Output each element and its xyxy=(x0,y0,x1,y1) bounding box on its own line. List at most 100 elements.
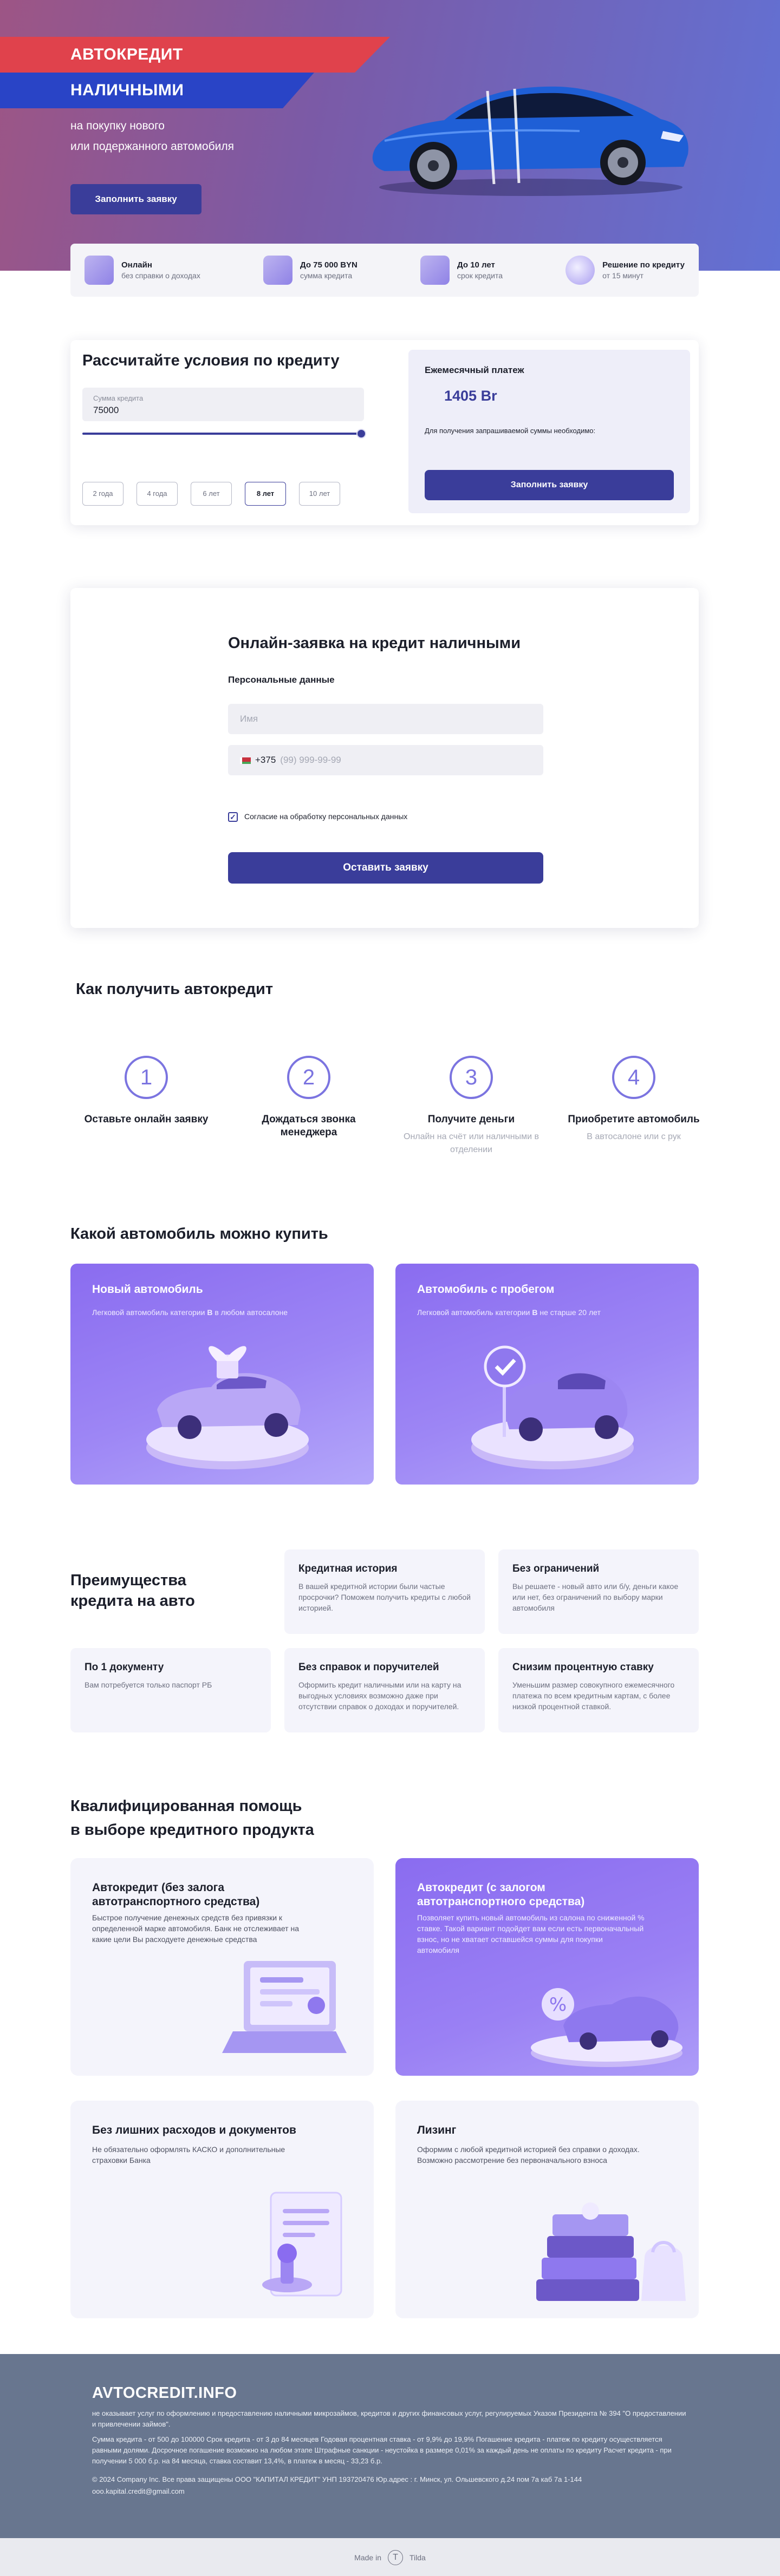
step-number: 2 xyxy=(287,1056,330,1099)
help-card-with-collateral[interactable]: Автокредит (с залогом автотранспортного … xyxy=(395,1858,699,2076)
monthly-payment-value: 1405 Br xyxy=(444,388,497,404)
footer: AVTOCREDIT.INFO не оказывает услуг по оф… xyxy=(0,2354,780,2538)
term-option[interactable]: 10 лет xyxy=(299,482,340,506)
hero-subtitle-line2: или подержанного автомобиля xyxy=(70,140,234,153)
phone-code: +375 xyxy=(255,755,276,765)
money-box-icon xyxy=(263,256,292,285)
monthly-payment-label: Ежемесячный платеж xyxy=(425,365,524,375)
form-section-title: Персональные данные xyxy=(228,675,335,685)
card-used-car[interactable]: Автомобиль с пробегом Легковой автомобил… xyxy=(395,1264,699,1485)
steps-title: Как получить автокредит xyxy=(76,980,274,998)
calculator-title: Рассчитайте условия по кредиту xyxy=(82,352,340,369)
feature-amount: До 75 000 BYN сумма кредита xyxy=(263,256,358,285)
help-card-no-collateral[interactable]: Автокредит (без залога автотранспортного… xyxy=(70,1858,374,2076)
calculator-apply-button[interactable]: Заполнить заявку xyxy=(425,470,674,500)
footer-copyright: © 2024 Company Inc. Все права защищены О… xyxy=(92,2475,582,2483)
step-title: Дождаться звонка менеджера xyxy=(262,1114,356,1138)
hero-subtitle-line1: на покупку нового xyxy=(70,120,165,132)
help-card-text: Позволяет купить новый автомобиль из сал… xyxy=(417,1913,645,1954)
form-title: Онлайн-заявка на кредит наличными xyxy=(228,635,521,652)
step-title: Приобретите автомобиль xyxy=(568,1114,700,1125)
feature-title: До 10 лет xyxy=(457,260,495,270)
advantage-card: По 1 документу Вам потребуется только па… xyxy=(70,1648,271,1732)
tilda-logo-icon: T xyxy=(387,2550,403,2565)
help-card-title: Лизинг xyxy=(417,2124,457,2136)
made-in-label: Made in xyxy=(354,2553,381,2562)
checkmark-car-illustration xyxy=(471,1345,634,1469)
step-number: 4 xyxy=(612,1056,655,1099)
help-card-text: Оформим с любой кредитной историей без с… xyxy=(417,2145,640,2165)
amount-field[interactable]: Сумма кредита 75000 xyxy=(82,388,364,421)
term-option[interactable]: 4 года xyxy=(136,482,178,506)
made-on-tilda-bar: Made in T Tilda xyxy=(0,2538,780,2576)
svg-text:%: % xyxy=(549,1994,567,2016)
amount-slider-track[interactable] xyxy=(82,433,364,435)
phone-input[interactable]: +375 (99) 999-99-99 xyxy=(228,745,543,775)
hero-subtitle: на покупку нового или подержанного автом… xyxy=(70,116,234,157)
advantage-text: Уменьшим размер совокупного ежемесячного… xyxy=(512,1681,675,1711)
help-card-title: Автокредит (без залога автотранспортного… xyxy=(92,1881,260,1908)
advantage-card: Снизим процентную ставку Уменьшим размер… xyxy=(498,1648,699,1732)
feature-decision: Решение по кредиту от 15 минут xyxy=(566,256,685,285)
hero-apply-button[interactable]: Заполнить заявку xyxy=(70,184,202,214)
step-title: Оставьте онлайн заявку xyxy=(84,1114,209,1125)
feature-term: До 10 лет срок кредита xyxy=(420,256,503,285)
advantage-title: Без ограничений xyxy=(512,1563,600,1574)
help-card-text: Быстрое получение денежных средств без п… xyxy=(92,1913,299,1944)
card-text: Легковой автомобиль категории B в любом … xyxy=(92,1308,288,1317)
advantages-title-line2: кредита на авто xyxy=(70,1592,195,1610)
loan-calculator: Рассчитайте условия по кредиту Сумма кре… xyxy=(70,340,699,525)
help-title-line2: в выборе кредитного продукта xyxy=(70,1821,314,1839)
term-option[interactable]: 2 года xyxy=(82,482,123,506)
feature-title: До 75 000 BYN xyxy=(300,260,358,270)
advantage-card: Кредитная история В вашей кредитной исто… xyxy=(284,1549,485,1634)
hero-section: АВТОКРЕДИТ НАЛИЧНЫМИ на покупку нового и… xyxy=(0,0,780,271)
consent-checkbox[interactable]: ✓ xyxy=(228,812,238,822)
amount-value: 75000 xyxy=(93,405,119,415)
sports-car-image xyxy=(372,86,688,196)
term-option-active[interactable]: 8 лет xyxy=(245,482,286,506)
help-card-leasing[interactable]: Лизинг Оформим с любой кредитной историе… xyxy=(395,2101,699,2318)
application-form: Онлайн-заявка на кредит наличными Персон… xyxy=(70,588,699,928)
name-input[interactable]: Имя xyxy=(228,704,543,734)
belarus-flag-icon[interactable] xyxy=(240,757,251,764)
feature-online: Онлайн без справки о доходах xyxy=(84,256,200,285)
consent-label: Согласие на обработку персональных данны… xyxy=(244,812,408,821)
feature-title: Решение по кредиту xyxy=(602,260,685,270)
car-types-title: Какой автомобиль можно купить xyxy=(70,1225,328,1243)
term-option[interactable]: 6 лет xyxy=(191,482,232,506)
feature-text: от 15 минут xyxy=(602,271,644,280)
footer-loan-terms: Сумма кредита - от 500 до 100000 Срок кр… xyxy=(92,2435,672,2465)
card-new-car[interactable]: Новый автомобиль Легковой автомобиль кат… xyxy=(70,1264,374,1485)
made-on-tilda-link[interactable]: Made in T Tilda xyxy=(354,2550,426,2565)
advantage-text: Вам потребуется только паспорт РБ xyxy=(84,1681,212,1689)
feature-text: без справки о доходах xyxy=(121,271,200,280)
advantage-text: В вашей кредитной истории были частые пр… xyxy=(298,1582,471,1612)
help-card-text: Не обязательно оформлять КАСКО и дополни… xyxy=(92,2145,285,2165)
card-title: Новый автомобиль xyxy=(92,1283,203,1296)
hero-title-line2: НАЛИЧНЫМИ xyxy=(70,81,184,99)
advantage-text: Оформить кредит наличными или на карту н… xyxy=(298,1681,461,1711)
help-title-line1: Квалифицированная помощь xyxy=(70,1797,302,1815)
laptop-illustration xyxy=(222,1961,347,2053)
hero-title-line1: АВТОКРЕДИТ xyxy=(70,45,183,63)
term-options: 2 года 4 года 6 лет 8 лет 10 лет xyxy=(82,482,340,506)
help-card-no-extra-costs[interactable]: Без лишних расходов и документов Не обяз… xyxy=(70,2101,374,2318)
amount-label: Сумма кредита xyxy=(93,394,144,402)
step-text: В автосалоне или с рук xyxy=(587,1132,681,1141)
features-strip: Онлайн без справки о доходах До 75 000 B… xyxy=(70,244,699,297)
online-icon xyxy=(84,256,114,285)
step-item: 1 Оставьте онлайн заявку xyxy=(73,1056,219,1130)
help-card-title: Автокредит (с залогом автотранспортного … xyxy=(417,1881,585,1908)
amount-slider-handle[interactable] xyxy=(356,429,366,439)
calendar-icon xyxy=(420,256,450,285)
footer-logo[interactable]: AVTOCREDIT.INFO xyxy=(92,2384,237,2402)
advantages-title: Преимущества кредита на авто xyxy=(70,1570,195,1611)
footer-email[interactable]: ooo.kapital.credit@gmail.com xyxy=(92,2486,688,2497)
percent-car-illustration: % xyxy=(531,1988,682,2067)
feature-title: Онлайн xyxy=(121,260,152,270)
card-title: Автомобиль с пробегом xyxy=(417,1283,555,1296)
card-text: Легковой автомобиль категории B не старш… xyxy=(417,1308,601,1317)
submit-button[interactable]: Оставить заявку xyxy=(228,852,543,884)
step-item: 3 Получите деньги Онлайн на счёт или нал… xyxy=(398,1056,544,1156)
